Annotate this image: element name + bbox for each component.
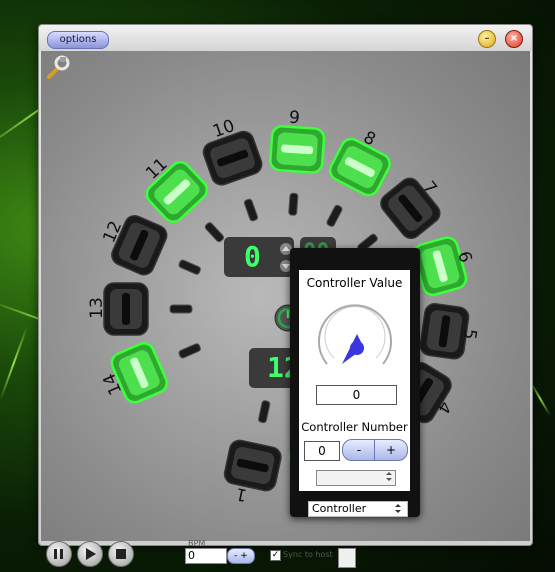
- controller-popup: Controller Value 0 Controller Number 0 -…: [290, 248, 420, 517]
- sync-label: Sync to host: [283, 550, 333, 559]
- bpm-input[interactable]: 0: [185, 548, 227, 564]
- chevron-down-icon: [395, 504, 401, 513]
- controller-number-minus-button[interactable]: -: [342, 439, 376, 461]
- controller-knob[interactable]: [312, 296, 398, 382]
- step-tick[interactable]: [326, 204, 343, 227]
- bpm-label: BPM: [188, 539, 206, 548]
- title-bar: options – ×: [39, 25, 532, 51]
- controller-number-select[interactable]: [316, 470, 396, 486]
- chevron-down-icon: [386, 472, 392, 481]
- step-tick[interactable]: [258, 400, 271, 424]
- document-icon[interactable]: [338, 548, 356, 568]
- bpm-stepper[interactable]: - +: [227, 548, 255, 564]
- step-tick[interactable]: [169, 304, 193, 314]
- step-switch-9[interactable]: [269, 125, 326, 174]
- step-switch-1[interactable]: [223, 439, 283, 493]
- step-number-label: 13: [86, 297, 107, 319]
- minimize-button[interactable]: –: [478, 30, 496, 48]
- step-switch-13[interactable]: [103, 282, 149, 336]
- step-tick[interactable]: [243, 198, 259, 222]
- step-tick[interactable]: [204, 221, 225, 243]
- sequencer-panel: 1234567891011121314 0 00 12 BPM 0 - + ✓ …: [41, 51, 530, 568]
- controller-value-title: Controller Value: [306, 276, 403, 290]
- sequencer-dial: [103, 125, 470, 493]
- step-switch-10[interactable]: [201, 129, 265, 188]
- pause-icon: [54, 549, 63, 559]
- sync-checkbox[interactable]: ✓: [270, 550, 281, 561]
- controller-type-select[interactable]: Controller: [308, 501, 408, 517]
- close-button[interactable]: ×: [505, 30, 523, 48]
- controller-number-plus-button[interactable]: +: [374, 439, 408, 461]
- controller-value-field[interactable]: 0: [316, 385, 397, 405]
- step-tick[interactable]: [178, 259, 201, 275]
- step-display-top-value: 0: [244, 240, 261, 273]
- step-number-label: 9: [288, 108, 301, 129]
- controller-number-title: Controller Number: [301, 420, 408, 434]
- step-tick[interactable]: [178, 343, 201, 359]
- play-icon: [86, 548, 96, 560]
- plugin-window: options – × 1234567891011121314 0 00 12: [38, 24, 533, 568]
- step-switch-6[interactable]: [412, 235, 468, 297]
- controller-number-field[interactable]: 0: [304, 441, 340, 461]
- background-streak: [0, 325, 29, 402]
- step-tick[interactable]: [288, 192, 299, 216]
- stop-icon: [116, 549, 126, 559]
- controller-popup-content: Controller Value 0 Controller Number 0 -…: [299, 270, 410, 491]
- options-button[interactable]: options: [47, 31, 109, 49]
